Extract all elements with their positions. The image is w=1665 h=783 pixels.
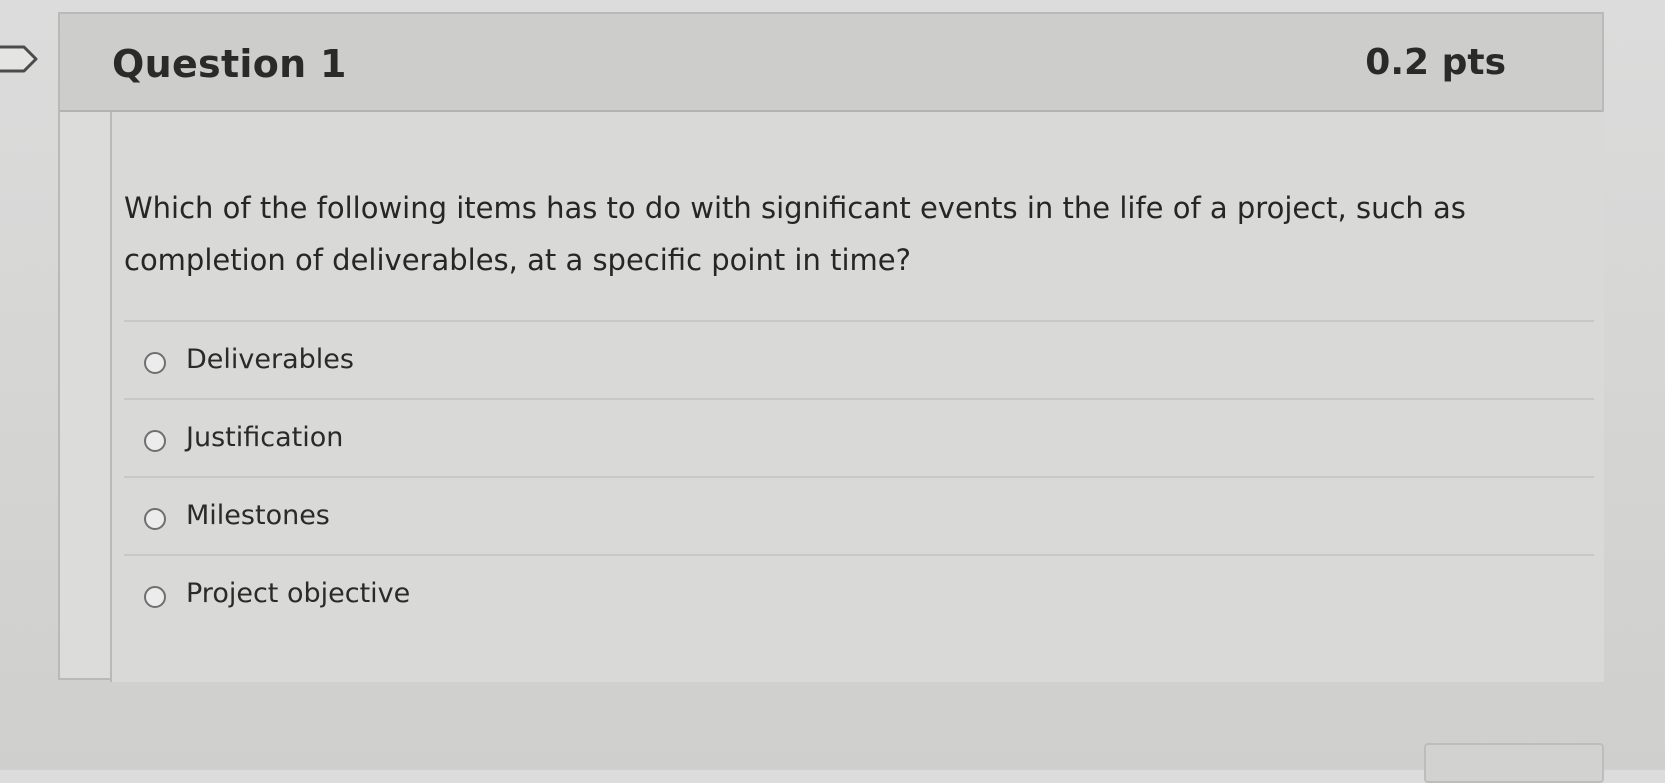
answer-option-milestones[interactable]: Milestones — [124, 476, 1594, 554]
question-header: Question 1 0.2 pts — [60, 14, 1602, 112]
answer-label[interactable]: Justification — [186, 422, 343, 453]
answer-option-justification[interactable]: Justification — [124, 398, 1594, 476]
question-points: 0.2 pts — [1365, 42, 1506, 83]
next-button[interactable] — [1424, 743, 1604, 783]
question-text: Which of the following items has to do w… — [124, 191, 1466, 277]
answer-list: Deliverables Justification Milestones Pr… — [124, 320, 1594, 632]
answer-label[interactable]: Milestones — [186, 500, 330, 531]
answer-option-project-objective[interactable]: Project objective — [124, 554, 1594, 632]
radio-unselected-icon[interactable] — [144, 352, 166, 374]
answer-label[interactable]: Deliverables — [186, 344, 354, 375]
radio-unselected-icon[interactable] — [144, 508, 166, 530]
radio-unselected-icon[interactable] — [144, 586, 166, 608]
radio-unselected-icon[interactable] — [144, 430, 166, 452]
question-body: Which of the following items has to do w… — [110, 112, 1604, 682]
question-card: Question 1 0.2 pts Which of the followin… — [58, 12, 1604, 682]
bookmark-flag-icon[interactable] — [0, 44, 40, 74]
answer-option-deliverables[interactable]: Deliverables — [124, 320, 1594, 398]
question-title: Question 1 — [112, 42, 347, 86]
answer-label[interactable]: Project objective — [186, 578, 410, 609]
